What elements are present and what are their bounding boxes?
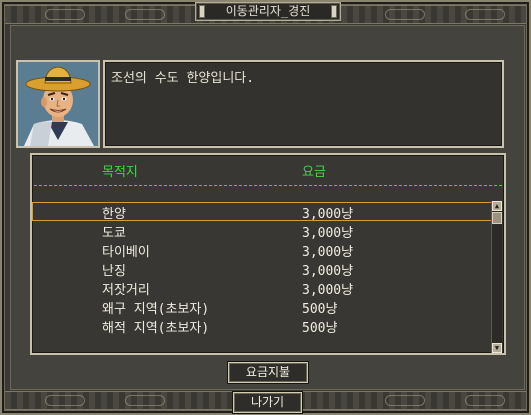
destination-fee: 500냥: [302, 302, 338, 317]
destination-name: 한양: [102, 207, 126, 222]
ornament-scroll: [45, 395, 85, 406]
ornament-scroll: [125, 395, 165, 406]
destination-fee: 3,000냥: [302, 283, 354, 298]
destination-row[interactable]: 한양 3,000냥: [32, 202, 494, 222]
destination-row[interactable]: 해적 지역(초보자) 500냥: [32, 316, 494, 336]
destination-fee: 500냥: [302, 321, 338, 336]
scroll-down-arrow-icon[interactable]: ▼: [492, 343, 502, 353]
ornament-scroll: [465, 9, 505, 20]
destination-name: 왜구 지역(초보자): [102, 302, 210, 317]
destination-row[interactable]: 저잣거리 3,000냥: [32, 278, 494, 298]
destination-row[interactable]: 타이베이 3,000냥: [32, 240, 494, 260]
destination-name: 난징: [102, 264, 126, 279]
destination-rows: 한양 3,000냥 도쿄 3,000냥 타이베이 3,000냥 난징 3,000…: [32, 202, 494, 336]
window-title-plate: 이동관리자_경진: [195, 2, 341, 21]
destination-fee: 3,000냥: [302, 264, 354, 279]
header-destination: 목적지: [102, 165, 138, 180]
destination-row[interactable]: 난징 3,000냥: [32, 259, 494, 279]
ornament-scroll: [125, 9, 165, 20]
destination-list-header: 목적지 요금: [32, 155, 504, 185]
npc-dialogue-box: 조선의 수도 한양입니다.: [103, 60, 504, 148]
destination-fee: 3,000냥: [302, 245, 354, 260]
pay-fee-button[interactable]: 요금지불: [228, 362, 308, 383]
scrollbar-thumb[interactable]: [492, 212, 502, 224]
ornament-scroll: [45, 9, 85, 20]
destination-row[interactable]: 왜구 지역(초보자) 500냥: [32, 297, 494, 317]
window-title: 이동관리자_경진: [225, 4, 311, 18]
destination-name: 저잣거리: [102, 283, 150, 298]
title-bracket-left: [199, 5, 205, 18]
destination-scrollbar[interactable]: ▲ ▼: [491, 201, 502, 353]
destination-name: 해적 지역(초보자): [102, 321, 210, 336]
destination-fee: 3,000냥: [302, 207, 354, 222]
destination-list-panel: 목적지 요금 한양 3,000냥 도쿄 3,000냥 타이베이 3,000냥 난…: [30, 153, 506, 355]
destination-name: 타이베이: [102, 245, 150, 260]
destination-name: 도쿄: [102, 226, 126, 241]
npc-portrait: [16, 60, 100, 148]
ornament-scroll: [385, 9, 425, 20]
destination-fee: 3,000냥: [302, 226, 354, 241]
exit-button[interactable]: 나가기: [233, 392, 302, 413]
npc-portrait-image: [18, 62, 98, 146]
scroll-up-arrow-icon[interactable]: ▲: [492, 201, 502, 211]
ornament-scroll: [465, 395, 505, 406]
header-fee: 요금: [302, 165, 326, 180]
npc-dialogue-text: 조선의 수도 한양입니다.: [111, 71, 255, 86]
ornament-scroll: [385, 395, 425, 406]
title-bracket-right: [331, 5, 337, 18]
header-divider: [34, 185, 502, 186]
destination-row[interactable]: 도쿄 3,000냥: [32, 221, 494, 241]
